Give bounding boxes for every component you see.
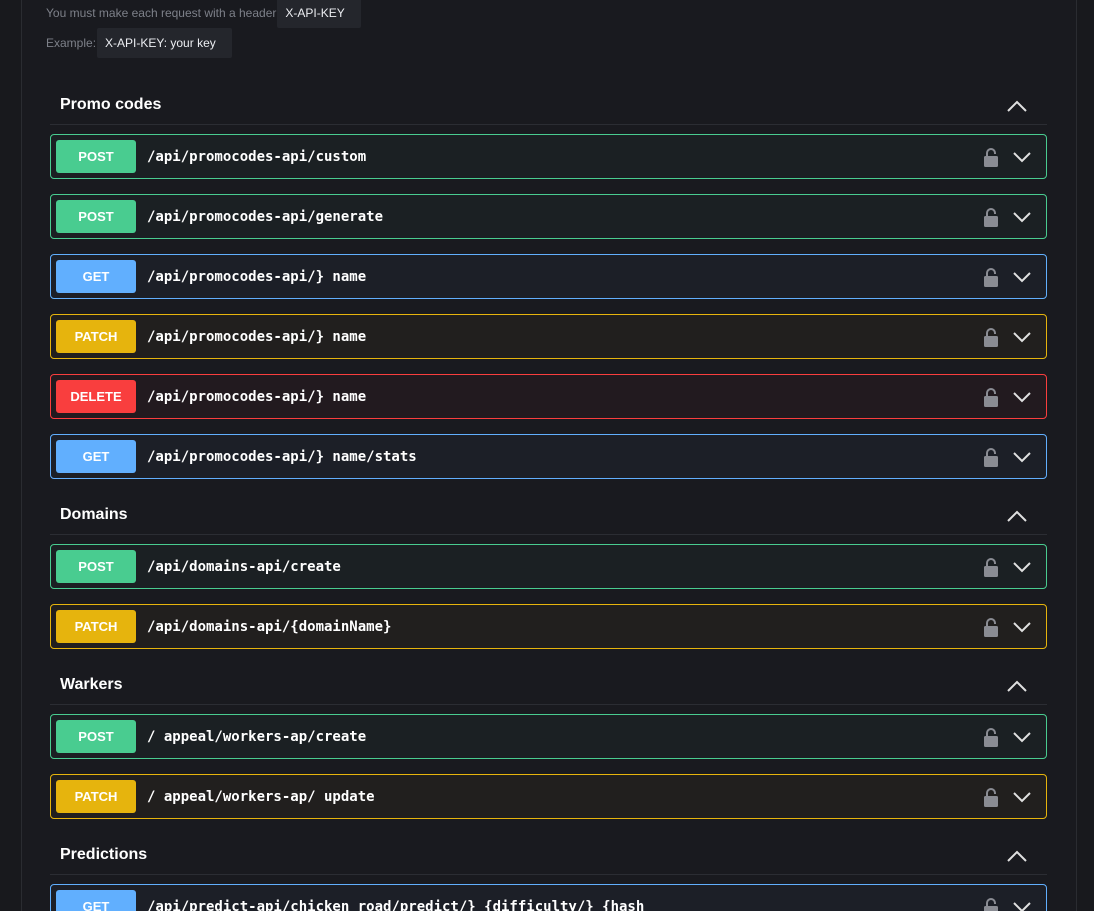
operation-path: /api/predict-api/chicken_road/predict/} …	[147, 899, 645, 911]
chevron-down-icon[interactable]	[1012, 900, 1032, 911]
section-divider	[50, 874, 1047, 875]
section-title-promo-codes[interactable]: Promo codes	[60, 96, 161, 114]
section-title-domains[interactable]: Domains	[60, 506, 128, 524]
operation-row-patch-domain-name[interactable]: PATCH /api/domains-api/{domainName}	[50, 604, 1047, 649]
chevron-up-icon[interactable]	[1006, 509, 1028, 523]
lock-icon[interactable]	[983, 147, 999, 167]
operation-row-post-generate[interactable]: POST /api/promocodes-api/generate	[50, 194, 1047, 239]
lock-icon[interactable]	[983, 327, 999, 347]
lock-icon[interactable]	[983, 267, 999, 287]
auth-header-info: You must make each request with a header…	[46, 0, 361, 28]
auth-header-text: You must make each request with a header	[46, 6, 277, 20]
chevron-down-icon[interactable]	[1012, 330, 1032, 344]
section-divider	[50, 124, 1047, 125]
method-badge: POST	[56, 550, 136, 583]
method-badge: PATCH	[56, 780, 136, 813]
lock-icon[interactable]	[983, 447, 999, 467]
chevron-down-icon[interactable]	[1012, 620, 1032, 634]
chevron-down-icon[interactable]	[1012, 270, 1032, 284]
lock-icon[interactable]	[983, 557, 999, 577]
operation-row-get-predict[interactable]: GET /api/predict-api/chicken_road/predic…	[50, 884, 1047, 911]
operation-path: /api/promocodes-api/} name/stats	[147, 449, 417, 465]
method-badge: POST	[56, 720, 136, 753]
lock-icon[interactable]	[983, 207, 999, 227]
chevron-down-icon[interactable]	[1012, 790, 1032, 804]
chevron-down-icon[interactable]	[1012, 150, 1032, 164]
operation-row-patch-workers-update[interactable]: PATCH / appeal/workers-ap/ update	[50, 774, 1047, 819]
operation-path: /api/promocodes-api/custom	[147, 149, 367, 165]
chevron-down-icon[interactable]	[1012, 450, 1032, 464]
lock-icon[interactable]	[983, 897, 999, 911]
section-title-warkers[interactable]: Warkers	[60, 676, 123, 694]
section-title-predictions[interactable]: Predictions	[60, 846, 147, 864]
operation-path: /api/promocodes-api/} name	[147, 389, 367, 405]
section-divider	[50, 534, 1047, 535]
operation-path: /api/promocodes-api/generate	[147, 209, 384, 225]
operation-row-post-domains-create[interactable]: POST /api/domains-api/create	[50, 544, 1047, 589]
operation-path: /api/promocodes-api/} name	[147, 329, 367, 345]
chevron-up-icon[interactable]	[1006, 849, 1028, 863]
lock-icon[interactable]	[983, 727, 999, 747]
auth-example-text: Example:	[46, 36, 97, 50]
operation-row-get-name[interactable]: GET /api/promocodes-api/} name	[50, 254, 1047, 299]
operation-row-delete-name[interactable]: DELETE /api/promocodes-api/} name	[50, 374, 1047, 419]
chevron-down-icon[interactable]	[1012, 730, 1032, 744]
method-badge: POST	[56, 200, 136, 233]
section-divider	[50, 704, 1047, 705]
lock-icon[interactable]	[983, 787, 999, 807]
method-badge: GET	[56, 260, 136, 293]
operation-row-post-custom[interactable]: POST /api/promocodes-api/custom	[50, 134, 1047, 179]
chevron-down-icon[interactable]	[1012, 390, 1032, 404]
api-docs-page: You must make each request with a header…	[0, 0, 1094, 911]
operation-path: /api/promocodes-api/} name	[147, 269, 367, 285]
auth-example-code: X-API-KEY: your key	[97, 28, 232, 58]
operation-path: / appeal/workers-ap/ update	[147, 789, 375, 805]
method-badge: PATCH	[56, 610, 136, 643]
operation-path: /api/domains-api/{domainName}	[147, 619, 392, 635]
operation-path: /api/domains-api/create	[147, 559, 341, 575]
method-badge: DELETE	[56, 380, 136, 413]
operation-row-get-name-stats[interactable]: GET /api/promocodes-api/} name/stats	[50, 434, 1047, 479]
lock-icon[interactable]	[983, 387, 999, 407]
operation-row-patch-name[interactable]: PATCH /api/promocodes-api/} name	[50, 314, 1047, 359]
operation-row-post-workers-create[interactable]: POST / appeal/workers-ap/create	[50, 714, 1047, 759]
method-badge: POST	[56, 140, 136, 173]
method-badge: GET	[56, 890, 136, 911]
method-badge: PATCH	[56, 320, 136, 353]
auth-example-info: Example: X-API-KEY: your key	[46, 28, 232, 58]
method-badge: GET	[56, 440, 136, 473]
auth-header-code: X-API-KEY	[277, 0, 361, 28]
lock-icon[interactable]	[983, 617, 999, 637]
chevron-down-icon[interactable]	[1012, 210, 1032, 224]
chevron-up-icon[interactable]	[1006, 99, 1028, 113]
chevron-up-icon[interactable]	[1006, 679, 1028, 693]
operation-path: / appeal/workers-ap/create	[147, 729, 367, 745]
chevron-down-icon[interactable]	[1012, 560, 1032, 574]
